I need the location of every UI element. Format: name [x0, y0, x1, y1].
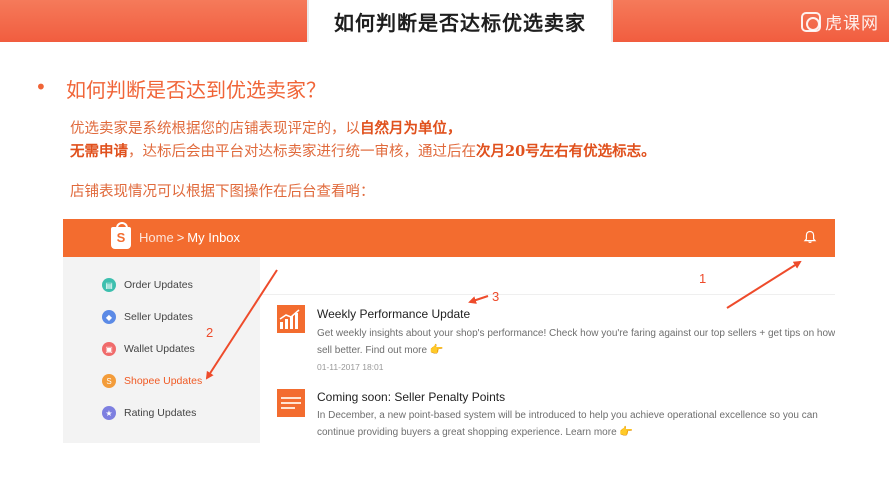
- pointing-hand-icon: 👉: [619, 426, 634, 438]
- slide-title-box: 如何判断是否达标优选卖家: [307, 0, 613, 42]
- shopee-logo-letter: S: [116, 230, 126, 245]
- paragraph-1-text: 优选卖家是系统根据您的店铺表现评定的，以: [70, 121, 360, 137]
- order-icon: ▤: [102, 278, 116, 292]
- chart-icon: [277, 305, 305, 333]
- sidebar-item-label: Rating Updates: [124, 407, 197, 419]
- paragraph-3: 店铺表现情况可以根据下图操作在后台查看哨：: [70, 184, 375, 200]
- message-date: 01-11-2017 18:01: [317, 362, 384, 372]
- sidebar-item-shopee-updates[interactable]: S Shopee Updates: [102, 374, 202, 388]
- sidebar-item-label: Order Updates: [124, 279, 193, 291]
- pointing-hand-icon: 👉: [429, 344, 444, 356]
- message-desc-line-2-text[interactable]: continue providing buyers a great shoppi…: [317, 427, 617, 438]
- section-heading: 如何判断是否达到优选卖家？: [66, 78, 326, 102]
- wallet-icon: ▣: [102, 342, 116, 356]
- paragraph-2-emphasis-2: 次月20号左右有优选标志。: [476, 143, 656, 160]
- message-title[interactable]: Weekly Performance Update: [317, 307, 470, 321]
- breadcrumb-separator: >: [176, 230, 185, 245]
- inbox-sidebar: ▤ Order Updates ◆ Seller Updates ▣ Walle…: [63, 257, 260, 443]
- paragraph-2-emphasis-1: 无需申请: [70, 143, 128, 160]
- rating-icon: ★: [102, 406, 116, 420]
- watermark-logo-icon: [801, 11, 821, 32]
- paragraph-2: 无需申请，达标后会由平台对达标卖家进行统一审核，通过后在次月20号左右有优选标志…: [70, 140, 656, 161]
- shopee-logo-icon[interactable]: S: [111, 222, 131, 249]
- message-desc-line-1: In December, a new point-based system wi…: [317, 410, 818, 421]
- sidebar-item-seller-updates[interactable]: ◆ Seller Updates: [102, 310, 193, 324]
- sidebar-item-label: Wallet Updates: [124, 343, 195, 355]
- penalty-icon: [277, 389, 305, 417]
- sidebar-item-label: Shopee Updates: [124, 375, 203, 387]
- shopee-icon: S: [102, 374, 116, 388]
- paragraph-2-text: ，达标后会由平台对达标卖家进行统一审核，通过后在: [128, 144, 476, 160]
- sidebar-item-rating-updates[interactable]: ★ Rating Updates: [102, 406, 196, 420]
- inbox-content: Weekly Performance Update Get weekly ins…: [260, 257, 835, 443]
- message-desc-line-1: Get weekly insights about your shop's pe…: [317, 328, 835, 339]
- message-desc-line-2: continue providing buyers a great shoppi…: [317, 424, 818, 441]
- annotation-2: 2: [206, 325, 214, 340]
- message-description: Get weekly insights about your shop's pe…: [317, 326, 835, 359]
- seller-icon: ◆: [102, 310, 116, 324]
- inbox-header: S Home > My Inbox: [63, 219, 835, 257]
- inbox-screenshot: S Home > My Inbox ▤ Order Updates ◆ Sell…: [63, 219, 835, 443]
- message-desc-line-2: sell better. Find out more 👉: [317, 342, 835, 359]
- bullet: •: [35, 75, 47, 99]
- annotation-1: 1: [699, 271, 707, 286]
- message-title[interactable]: Coming soon: Seller Penalty Points: [317, 390, 505, 404]
- message-description: In December, a new point-based system wi…: [317, 408, 818, 441]
- bell-icon[interactable]: [803, 230, 817, 244]
- sidebar-item-wallet-updates[interactable]: ▣ Wallet Updates: [102, 342, 195, 356]
- sidebar-item-order-updates[interactable]: ▤ Order Updates: [102, 278, 193, 292]
- slide-title: 如何判断是否达标优选卖家: [334, 10, 586, 35]
- watermark-text: 虎课网: [825, 14, 879, 34]
- message-desc-line-2-text[interactable]: sell better. Find out more: [317, 345, 427, 356]
- annotation-3: 3: [492, 289, 500, 304]
- breadcrumb: Home > My Inbox: [139, 230, 240, 245]
- breadcrumb-current: My Inbox: [187, 230, 241, 245]
- breadcrumb-home[interactable]: Home: [139, 230, 174, 245]
- paragraph-1-emphasis: 自然月为单位，: [360, 120, 462, 137]
- watermark: 虎课网: [801, 9, 879, 34]
- sidebar-item-label: Seller Updates: [124, 311, 193, 323]
- content-top-strip: [260, 257, 835, 295]
- paragraph-1: 优选卖家是系统根据您的店铺表现评定的，以自然月为单位，: [70, 117, 462, 138]
